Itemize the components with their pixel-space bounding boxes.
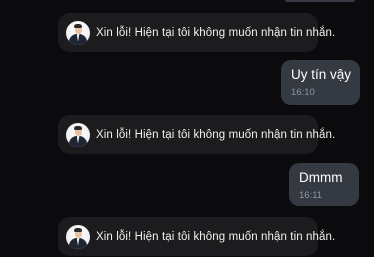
auto-reply-notice: Xin lỗi! Hiện tại tôi không muốn nhận ti… bbox=[58, 217, 335, 256]
auto-reply-notice: Xin lỗi! Hiện tại tôi không muốn nhận ti… bbox=[58, 115, 335, 154]
outgoing-message-bubble[interactable]: Uy tín vậy 16:10 bbox=[281, 60, 360, 105]
message-text: Uy tín vậy bbox=[291, 67, 352, 82]
auto-reply-notice: Xin lỗi! Hiện tại tôi không muốn nhận ti… bbox=[58, 13, 335, 52]
message-timestamp: 16:10 bbox=[291, 87, 315, 98]
avatar[interactable] bbox=[66, 122, 90, 147]
auto-reply-text: Xin lỗi! Hiện tại tôi không muốn nhận ti… bbox=[96, 128, 336, 141]
auto-reply-text: Xin lỗi! Hiện tại tôi không muốn nhận ti… bbox=[96, 26, 336, 39]
auto-reply-text: Xin lỗi! Hiện tại tôi không muốn nhận ti… bbox=[96, 230, 336, 243]
message-timestamp: 16:11 bbox=[299, 190, 323, 201]
avatar[interactable] bbox=[66, 20, 90, 45]
message-text: Dmmm bbox=[299, 170, 343, 185]
avatar[interactable] bbox=[66, 224, 90, 249]
outgoing-message-bubble[interactable]: Dmmm 16:11 bbox=[289, 163, 359, 206]
previous-message-bubble-edge bbox=[285, 0, 355, 2]
